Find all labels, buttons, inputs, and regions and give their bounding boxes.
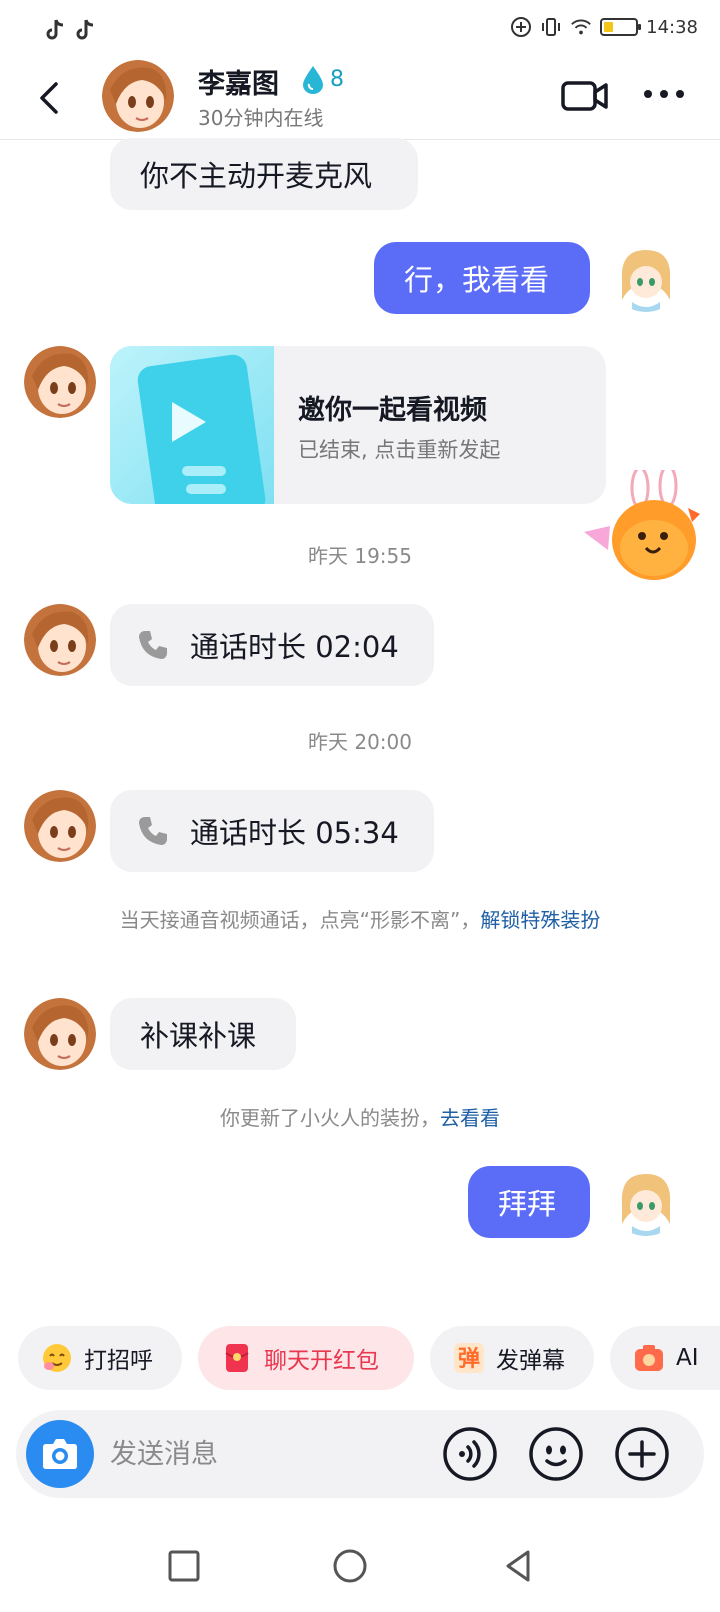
chip-label: 发弹幕 [496,1348,565,1374]
system-notice-text: 当天接通音视频通话，点亮“形影不离”， [119,908,481,932]
message-bubble-incoming[interactable]: 你不主动开麦克风 [110,138,418,210]
system-nav-bar [0,1520,720,1612]
message-bubble-outgoing[interactable]: 行，我看看 [374,242,590,314]
recent-apps-icon[interactable] [164,1546,204,1586]
chip-label: AI [676,1345,699,1371]
call-record-bubble[interactable]: 通话时长 05:34 [110,790,434,872]
quick-action-ai[interactable]: AI [610,1326,720,1390]
danmu-icon: 弹 [454,1343,484,1373]
invite-title: 邀你一起看视频 [298,395,487,426]
battery-icon [600,18,642,36]
timestamp: 昨天 20:00 [308,730,412,754]
streak-count: 8 [330,66,344,92]
camera-button[interactable] [26,1420,94,1488]
water-drop-icon [303,66,323,94]
contact-avatar[interactable] [24,790,96,862]
contact-avatar[interactable] [102,60,174,132]
message-text: 补课补课 [140,1019,257,1053]
red-envelope-icon [225,1344,249,1372]
home-icon[interactable] [330,1546,370,1586]
back-icon[interactable] [32,76,68,120]
unlock-outfit-link[interactable]: 解锁特殊装扮 [480,908,600,932]
invite-subtitle: 已结束, 点击重新发起 [298,438,501,462]
message-bubble-outgoing[interactable]: 拜拜 [468,1166,590,1238]
contact-avatar[interactable] [24,998,96,1070]
message-text: 行，我看看 [404,263,550,297]
system-notice: 当天接通音视频通话，点亮“形影不离”，解锁特殊装扮 [90,904,630,936]
plus-icon[interactable] [614,1426,670,1482]
call-duration-text: 通话时长 02:04 [190,630,399,664]
vibrate-icon [542,18,561,36]
nav-back-icon[interactable] [498,1546,538,1586]
watch-together-invite-card[interactable]: 邀你一起看视频 已结束, 点击重新发起 [110,346,606,504]
online-status: 30分钟内在线 [198,106,324,130]
tiktok-icon [46,19,64,40]
emoji-icon[interactable] [528,1426,584,1482]
quick-actions-bar: 打招呼 聊天开红包 弹 发弹幕 AI [0,1326,720,1390]
wave-emoji-icon [43,1344,71,1372]
message-list: 你不主动开麦克风 行，我看看 邀你一起看视频 已结束, 点击重新发起 昨天 19… [0,138,720,1300]
call-record-bubble[interactable]: 通话时长 02:04 [110,604,434,686]
message-input-bar [16,1410,704,1498]
my-avatar[interactable] [610,1164,682,1236]
add-circle-icon [511,17,532,37]
message-text: 拜拜 [498,1187,557,1221]
message-text: 你不主动开麦克风 [140,159,373,193]
video-call-icon[interactable] [560,78,610,114]
system-notice: 你更新了小火人的装扮，去看看 [90,1102,630,1134]
video-card-illustration [110,346,274,504]
system-notice-text: 你更新了小火人的装扮， [220,1106,440,1130]
quick-action-greet[interactable]: 打招呼 [18,1326,182,1390]
contact-name[interactable]: 李嘉图 [198,62,279,101]
contact-avatar[interactable] [24,346,96,418]
tiktok-icon [76,19,94,40]
ai-camera-icon [635,1345,663,1371]
chat-header: 李嘉图 8 30分钟内在线 [0,56,720,140]
my-avatar[interactable] [610,240,682,312]
status-bar: 14:38 [0,0,720,64]
more-icon[interactable] [640,84,688,104]
camera-icon [43,1439,77,1469]
quick-action-danmu[interactable]: 弹 发弹幕 [430,1326,594,1390]
chip-label: 聊天开红包 [264,1348,379,1374]
phone-icon [139,631,167,659]
status-time: 14:38 [646,16,698,38]
fire-mascot-sticker[interactable] [580,470,720,590]
message-input[interactable] [110,1434,410,1474]
quick-action-red-envelope[interactable]: 聊天开红包 [198,1326,414,1390]
contact-avatar[interactable] [24,604,96,676]
call-duration-text: 通话时长 05:34 [190,816,399,850]
wifi-icon [571,19,591,35]
streak-badge[interactable]: 8 [300,64,344,94]
timestamp: 昨天 19:55 [308,544,412,568]
svg-text:弹: 弹 [458,1347,480,1372]
phone-icon [139,817,167,845]
view-outfit-link[interactable]: 去看看 [440,1106,500,1130]
voice-message-icon[interactable] [442,1426,498,1482]
message-bubble-incoming[interactable]: 补课补课 [110,998,296,1070]
chip-label: 打招呼 [84,1348,153,1374]
